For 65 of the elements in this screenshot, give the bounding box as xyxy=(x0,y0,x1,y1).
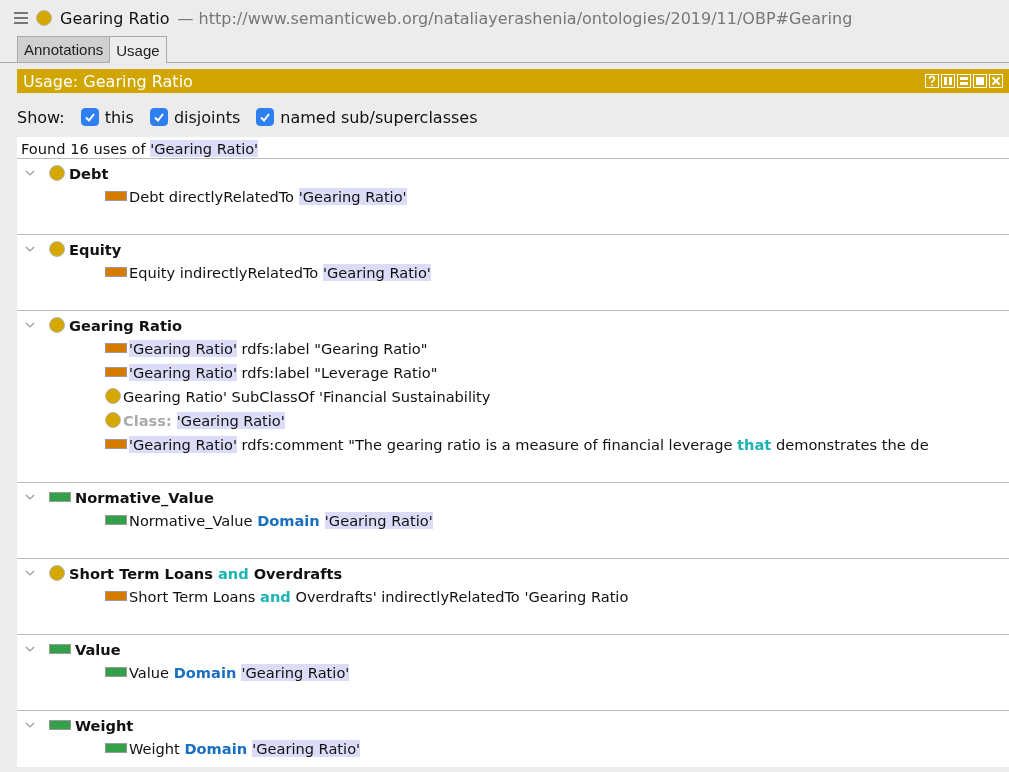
chevron-down-icon[interactable] xyxy=(25,721,35,729)
tab[interactable]: Annotations xyxy=(17,36,111,62)
class-icon xyxy=(49,241,65,257)
class-icon xyxy=(105,388,121,404)
property-icon xyxy=(105,667,127,677)
help-icon[interactable] xyxy=(925,74,939,88)
property-icon xyxy=(105,439,127,449)
property-icon xyxy=(105,343,127,353)
entity-name[interactable]: Normative_Value xyxy=(75,488,214,506)
chevron-down-icon[interactable] xyxy=(25,321,35,329)
chevron-down-icon[interactable] xyxy=(25,245,35,253)
axiom-text[interactable]: Normative_Value Domain 'Gearing Ratio' xyxy=(129,511,433,529)
axiom-text[interactable]: 'Gearing Ratio' rdfs:comment "The gearing ratio is a measure of financial leverage that demonstrates the de xyxy=(129,435,929,453)
property-icon xyxy=(105,267,127,277)
class-icon xyxy=(49,317,65,333)
property-icon xyxy=(105,591,127,601)
property-icon xyxy=(105,743,127,753)
axiom-text[interactable]: 'Gearing Ratio' rdfs:label "Leverage Ratio" xyxy=(129,363,438,381)
axiom-text[interactable]: 'Gearing Ratio' rdfs:label "Gearing Ratio" xyxy=(129,339,428,357)
usage-summary: Found 16 uses of 'Gearing Ratio' xyxy=(21,140,259,157)
property-icon xyxy=(105,367,127,377)
entity-iri: — http://www.semanticweb.org/nataliayerashenia/ontologies/2019/11/OBP#Gearing xyxy=(177,8,853,28)
view-title: Usage: Gearing Ratio xyxy=(23,71,193,91)
tab[interactable]: Usage xyxy=(109,36,167,63)
checkmark-icon xyxy=(152,111,165,123)
class-icon xyxy=(49,165,65,181)
checkbox-label: this xyxy=(104,107,134,127)
class-icon xyxy=(36,10,52,26)
split-vertical-icon[interactable] xyxy=(941,74,955,88)
checkmark-icon xyxy=(83,111,96,123)
close-icon[interactable] xyxy=(989,74,1003,88)
axiom-text[interactable]: Equity indirectlyRelatedTo 'Gearing Ratio' xyxy=(129,263,431,281)
axiom-text[interactable]: Weight Domain 'Gearing Ratio' xyxy=(129,739,361,757)
checkbox[interactable] xyxy=(256,108,275,126)
class-icon xyxy=(49,565,65,581)
property-icon xyxy=(49,720,71,730)
chevron-down-icon[interactable] xyxy=(25,169,35,177)
split-horizontal-icon[interactable] xyxy=(957,74,971,88)
axiom-text[interactable]: Short Term Loans and Overdrafts' indirectlyRelatedTo 'Gearing Ratio xyxy=(129,587,629,605)
chevron-down-icon[interactable] xyxy=(25,493,35,501)
show-label: Show: xyxy=(17,107,65,127)
maximize-icon[interactable] xyxy=(973,74,987,88)
checkbox[interactable] xyxy=(80,108,99,126)
checkbox[interactable] xyxy=(149,108,168,126)
axiom-text[interactable]: Debt directlyRelatedTo 'Gearing Ratio' xyxy=(129,187,407,205)
axiom-text[interactable]: Value Domain 'Gearing Ratio' xyxy=(129,663,350,681)
axiom-text[interactable]: Gearing Ratio' SubClassOf 'Financial Sustainability xyxy=(123,387,491,405)
chevron-down-icon[interactable] xyxy=(25,645,35,653)
checkbox-label: disjoints xyxy=(173,107,241,127)
entity-name[interactable]: Gearing Ratio xyxy=(69,316,182,334)
entity-name[interactable]: Weight xyxy=(75,716,134,734)
property-icon xyxy=(105,515,127,525)
window-title: Gearing Ratio xyxy=(60,8,170,28)
property-icon xyxy=(49,644,71,654)
class-icon xyxy=(105,412,121,428)
menu-icon[interactable] xyxy=(14,12,28,24)
property-icon xyxy=(105,191,127,201)
property-icon xyxy=(49,492,71,502)
entity-name[interactable]: Short Term Loans and Overdrafts xyxy=(69,564,343,582)
chevron-down-icon[interactable] xyxy=(25,569,35,577)
entity-name[interactable]: Debt xyxy=(69,164,109,182)
entity-name[interactable]: Value xyxy=(75,640,121,658)
entity-name[interactable]: Equity xyxy=(69,240,122,258)
checkmark-icon xyxy=(259,111,272,123)
checkbox-label: named sub/superclasses xyxy=(280,107,478,127)
